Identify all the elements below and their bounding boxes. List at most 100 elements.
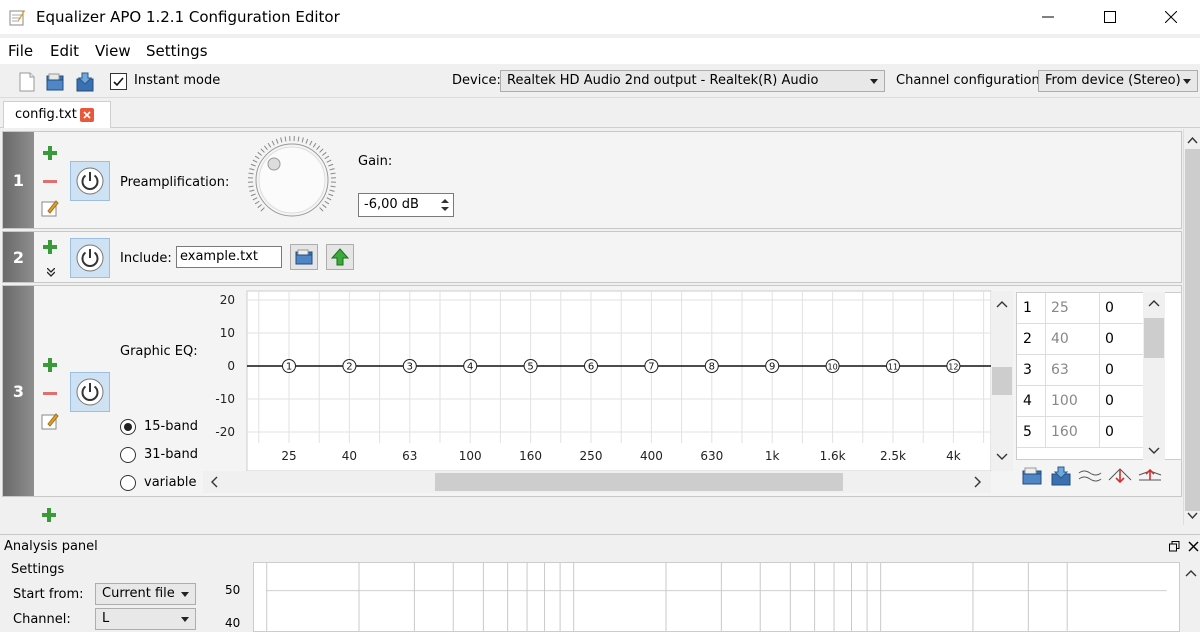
save-icon[interactable] — [1050, 466, 1072, 486]
add-filter-icon[interactable] — [43, 240, 57, 254]
power-toggle-button[interactable] — [70, 372, 110, 412]
menu-settings[interactable]: Settings — [146, 42, 208, 60]
title-bar: Equalizer APO 1.2.1 Configuration Editor — [0, 0, 1200, 34]
band-frequency[interactable]: 100 — [1051, 393, 1078, 409]
power-icon — [76, 244, 104, 272]
normalize-response-icon[interactable] — [1138, 466, 1162, 484]
row-number: 2 — [3, 232, 34, 282]
graphic-eq-graph[interactable]: 20100-10-20 2540631001602504006301k1.6k2… — [203, 287, 1015, 493]
eq-band-marker[interactable]: 1 — [283, 360, 296, 373]
radio-31-band[interactable] — [120, 447, 136, 463]
eq-vertical-scroll-thumb[interactable] — [992, 367, 1012, 395]
maximize-button[interactable] — [1087, 0, 1133, 34]
band-table-row[interactable]: 51600 — [1017, 417, 1155, 448]
eq-band-marker[interactable]: 9 — [766, 360, 779, 373]
eq-band-marker[interactable]: 11 — [887, 360, 900, 373]
close-panel-icon[interactable] — [1188, 541, 1199, 552]
menu-file[interactable]: File — [8, 42, 33, 60]
eq-band-marker[interactable]: 3 — [403, 360, 416, 373]
go-to-included-file-button[interactable] — [326, 244, 354, 270]
eq-band-marker[interactable]: 6 — [585, 360, 598, 373]
gain-spinbox[interactable]: -6,00 dB — [358, 193, 454, 217]
edit-note-icon[interactable] — [41, 199, 59, 217]
add-filter-icon[interactable] — [43, 146, 57, 160]
edit-note-icon[interactable] — [41, 412, 59, 430]
menu-view[interactable]: View — [95, 42, 131, 60]
open-folder-icon[interactable] — [1021, 466, 1043, 486]
eq-band-marker[interactable]: 4 — [464, 360, 477, 373]
remove-filter-icon[interactable] — [43, 180, 57, 183]
filter-editor: 1 Preamplification: Gain: -6,00 dB — [0, 129, 1182, 526]
band-gain[interactable]: 0 — [1105, 424, 1114, 440]
analysis-panel-header: Analysis panel — [0, 534, 1200, 558]
eq-band-marker[interactable]: 10 — [826, 360, 839, 373]
gain-knob[interactable] — [246, 134, 338, 226]
power-toggle-button[interactable] — [70, 161, 110, 201]
remove-filter-icon[interactable] — [43, 392, 57, 395]
band-frequency[interactable]: 160 — [1051, 424, 1078, 440]
band-frequency[interactable]: 63 — [1051, 362, 1069, 378]
tab-config-txt[interactable]: config.txt — [3, 101, 111, 128]
analysis-graph[interactable] — [253, 562, 1180, 632]
close-tab-icon[interactable] — [80, 108, 94, 122]
band-gain[interactable]: 0 — [1105, 393, 1114, 409]
power-icon — [76, 167, 104, 195]
arrow-up-icon — [330, 248, 350, 266]
device-select[interactable]: Realtek HD Audio 2nd output - Realtek(R)… — [500, 70, 885, 92]
add-filter-icon[interactable] — [42, 508, 56, 522]
expand-down-icon[interactable] — [47, 268, 55, 278]
band-index: 2 — [1023, 331, 1032, 347]
eq-horizontal-scroll-thumb[interactable] — [435, 473, 843, 491]
menu-edit[interactable]: Edit — [50, 42, 79, 60]
eq-band-marker[interactable]: 5 — [524, 360, 537, 373]
include-label: Include: — [120, 251, 172, 266]
float-panel-icon[interactable] — [1169, 541, 1180, 552]
reset-curve-icon[interactable] — [1078, 468, 1102, 484]
radio-variable[interactable] — [120, 475, 136, 491]
close-button[interactable] — [1148, 0, 1194, 34]
band-frequency[interactable]: 40 — [1051, 331, 1069, 347]
band-table-row[interactable]: 1250 — [1017, 293, 1155, 324]
power-toggle-button[interactable] — [70, 238, 110, 278]
scroll-up-icon[interactable] — [1185, 568, 1197, 578]
band-gain[interactable]: 0 — [1105, 300, 1114, 316]
analysis-panel: Settings Start from: Current file Channe… — [0, 558, 1200, 628]
band-index: 4 — [1023, 393, 1032, 409]
svg-text:11: 11 — [888, 363, 898, 372]
band-table-row[interactable]: 3630 — [1017, 355, 1155, 386]
band-table-scrollbar[interactable] — [1143, 292, 1165, 460]
eq-band-marker[interactable]: 2 — [343, 360, 356, 373]
invert-response-icon[interactable] — [1108, 466, 1132, 484]
instant-mode-checkbox[interactable] — [110, 73, 127, 90]
eq-band-marker[interactable]: 8 — [705, 360, 718, 373]
radio-15-band[interactable] — [120, 419, 136, 435]
band-gain[interactable]: 0 — [1105, 362, 1114, 378]
new-file-icon[interactable] — [16, 71, 38, 93]
channel-configuration-select[interactable]: From device (Stereo) — [1038, 70, 1198, 92]
band-table-row[interactable]: 2 40 0 — [1017, 324, 1155, 355]
notepad-app-icon — [8, 8, 26, 26]
eq-x-tick-label: 1.6k — [820, 449, 846, 463]
add-filter-icon[interactable] — [43, 358, 57, 372]
eq-x-tick-label: 1k — [765, 449, 780, 463]
minimize-button[interactable] — [1025, 0, 1071, 34]
open-folder-icon[interactable] — [44, 71, 66, 93]
editor-vertical-scrollbar[interactable] — [1183, 129, 1200, 525]
eq-band-marker[interactable]: 12 — [947, 360, 960, 373]
band-table-row[interactable]: 4 100 0 — [1017, 386, 1155, 417]
eq-band-marker[interactable]: 7 — [645, 360, 658, 373]
maximize-icon — [1104, 11, 1116, 23]
close-icon — [1165, 11, 1177, 23]
spin-arrows-icon[interactable] — [439, 196, 451, 214]
window-title: Equalizer APO 1.2.1 Configuration Editor — [36, 8, 340, 26]
analysis-channel-select[interactable]: L — [95, 608, 196, 630]
save-icon[interactable] — [74, 71, 96, 93]
include-file-input[interactable]: example.txt — [176, 246, 282, 268]
start-from-label: Start from: — [13, 587, 84, 602]
minimize-icon — [1042, 11, 1054, 23]
browse-file-button[interactable] — [290, 244, 318, 270]
checkmark-icon — [111, 74, 126, 89]
band-gain[interactable]: 0 — [1105, 331, 1114, 347]
start-from-select[interactable]: Current file — [95, 583, 196, 605]
band-frequency[interactable]: 25 — [1051, 300, 1069, 316]
